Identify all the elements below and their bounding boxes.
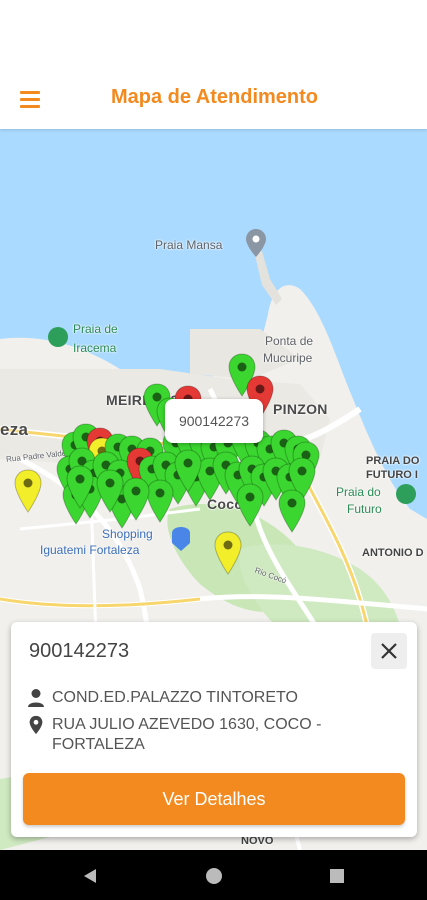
card-name: COND.ED.PALAZZO TINTORETO [52, 689, 298, 706]
map-marker-green[interactable] [173, 449, 203, 493]
map-label-praia-do-futuro-1: Praia do [336, 485, 381, 499]
map-label-eza: eza [0, 420, 29, 439]
map-marker-green[interactable] [277, 489, 307, 533]
details-button[interactable]: Ver Detalhes [23, 773, 405, 825]
location-pin-icon [29, 715, 43, 735]
recents-square-icon[interactable] [327, 866, 347, 886]
card-address-line2: FORTALEZA [52, 736, 145, 753]
map-label-mucuripe: Mucuripe [263, 351, 313, 365]
map-label-shopping: Shopping [102, 527, 153, 541]
map-marker-green[interactable] [65, 465, 95, 509]
page-title: Mapa de Atendimento [110, 86, 319, 108]
map-label-praia-de: Praia de [73, 322, 118, 336]
location-card: 900142273 COND.ED.PALAZZO TINTORETO RUA … [11, 622, 417, 837]
map-label-praia-do-futuro-2: Futuro [347, 502, 382, 516]
map-label-pinzon: PINZON [273, 401, 328, 417]
map-label-ponta-de: Ponta de [265, 334, 314, 348]
map-marker-green[interactable] [235, 483, 265, 527]
home-circle-icon[interactable] [204, 866, 224, 886]
map-label-praia-mansa: Praia Mansa [155, 238, 223, 252]
marker-tooltip: 900142273 [165, 399, 263, 443]
close-icon [381, 643, 397, 659]
map-label-iguatemi: Iguatemi Fortaleza [40, 543, 140, 557]
person-icon [28, 689, 44, 707]
system-navigation-bar [0, 850, 427, 900]
map-label-futuro-i: FUTURO I [366, 469, 418, 481]
map-label-iracema: Iracema [73, 341, 117, 355]
map-marker-green[interactable] [121, 477, 151, 521]
map-marker-yellow[interactable] [13, 469, 43, 513]
map-marker-green[interactable] [95, 469, 125, 513]
app-bar: Mapa de Atendimento [0, 0, 427, 129]
back-triangle-icon[interactable] [80, 866, 100, 886]
close-button[interactable] [371, 633, 407, 669]
place-marker-icon [246, 229, 266, 257]
map-label-praia-do: PRAIA DO [366, 455, 420, 467]
card-address-line1: RUA JULIO AZEVEDO 1630, COCO - [52, 716, 322, 733]
card-id: 900142273 [29, 640, 130, 662]
map-label-antonio-d: ANTONIO D [362, 547, 424, 559]
map-marker-yellow[interactable] [213, 531, 243, 575]
